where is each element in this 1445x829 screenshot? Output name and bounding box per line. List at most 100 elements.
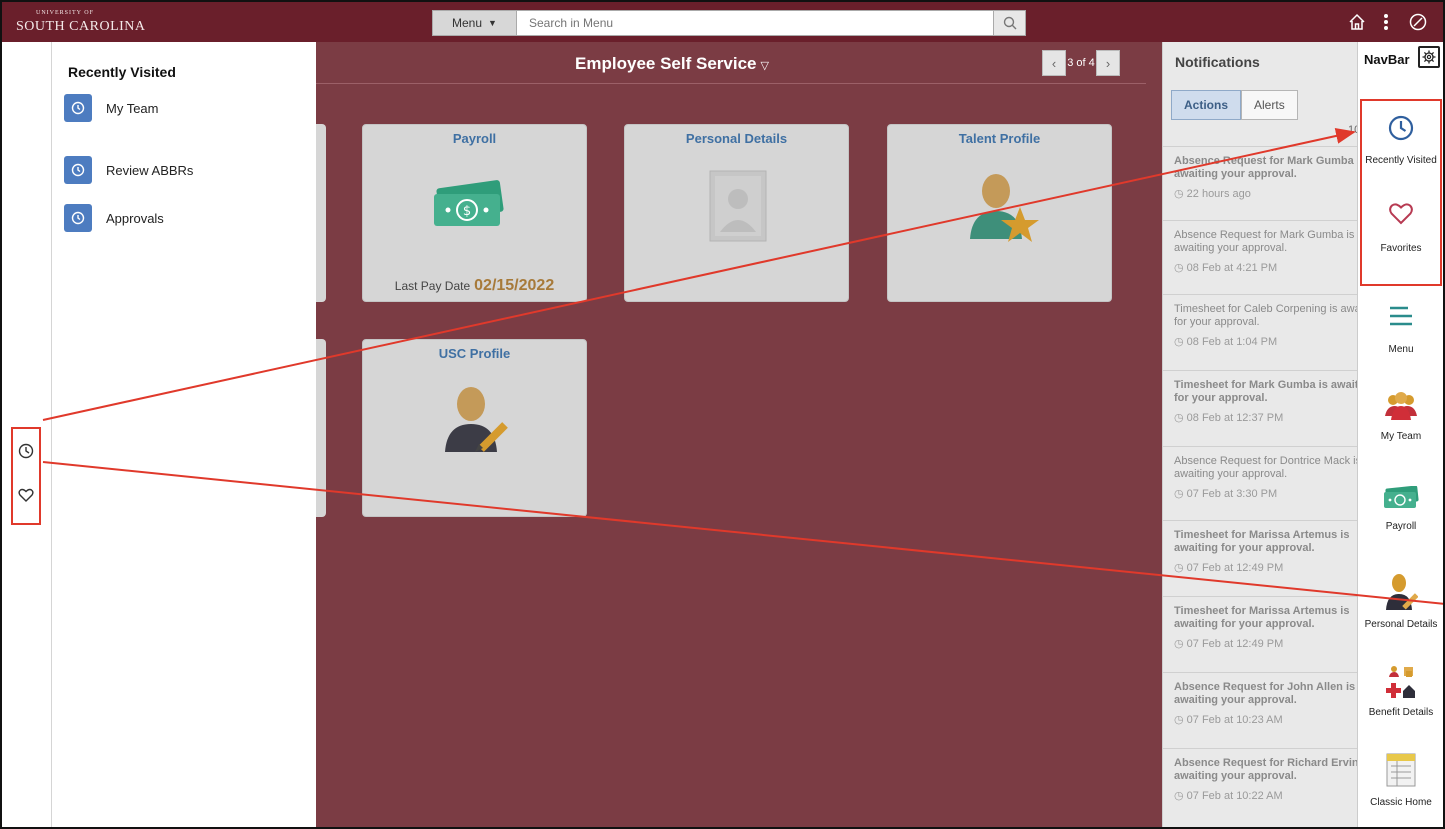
- nav-item-label: Benefit Details: [1368, 707, 1434, 718]
- notification-text: awaiting your approval.: [1174, 694, 1297, 706]
- notifications-tabs: Actions Alerts: [1171, 90, 1298, 120]
- tab-actions[interactable]: Actions: [1171, 90, 1242, 120]
- chevron-left-icon: ‹: [1051, 55, 1057, 71]
- last-pay-label: Last Pay Date: [394, 279, 471, 293]
- payroll-tile[interactable]: Payroll $ Last Pay Date 02/15/2022: [362, 124, 587, 302]
- notification-time: ◷ 07 Feb at 10:22 AM: [1174, 790, 1283, 802]
- notification-text: awaiting for your approval.: [1174, 618, 1315, 630]
- recent-item-label: Review ABBRs: [106, 162, 194, 178]
- money-icon: [1384, 485, 1419, 508]
- triangle-down-icon: ▽: [760, 60, 769, 72]
- notification-item[interactable]: Timesheet for Mark Gumba is awaiting for…: [1163, 370, 1357, 424]
- notification-item[interactable]: Absence Request for Mark Gumba is awaiti…: [1163, 146, 1357, 200]
- menu-dropdown-label: Menu: [452, 16, 483, 30]
- notification-item[interactable]: Absence Request for Richard Ervin is awa…: [1163, 748, 1357, 802]
- recent-item-review-abbrs[interactable]: Review ABBRs: [64, 156, 193, 184]
- search-button[interactable]: [994, 10, 1026, 36]
- notification-count: 10: [1348, 124, 1357, 136]
- screen-frame: UNIVERSITY OF SOUTH CAROLINA Menu ▼ Empl…: [0, 0, 1445, 829]
- tile-title: Payroll: [452, 131, 497, 146]
- notification-text: for your approval.: [1174, 392, 1268, 404]
- notification-time: ◷ 08 Feb at 1:04 PM: [1174, 336, 1278, 348]
- home-button[interactable]: [1345, 10, 1369, 34]
- recent-item-approvals[interactable]: Approvals: [64, 204, 164, 232]
- clock-icon: [64, 204, 92, 232]
- favorites-toggle[interactable]: [13, 475, 39, 515]
- notification-item[interactable]: Timesheet for Marissa Artemus is awaitin…: [1163, 520, 1357, 574]
- notification-item[interactable]: Timesheet for Marissa Artemus is awaitin…: [1163, 596, 1357, 650]
- notification-item[interactable]: Absence Request for Mark Gumba is awaiti…: [1163, 220, 1357, 274]
- page-indicator: 3 of 4: [1066, 50, 1096, 76]
- personal-details-tile[interactable]: Personal Details: [624, 124, 849, 302]
- nav-item-benefit-details[interactable]: Benefit Details: [1358, 664, 1443, 718]
- menu-lines-icon: [1390, 306, 1412, 326]
- homepage-selector[interactable]: Employee Self Service ▽: [322, 54, 1022, 74]
- money-icon: $: [434, 180, 504, 226]
- more-vertical-icon: [1384, 14, 1388, 30]
- last-pay-value: 02/15/2022: [474, 277, 555, 294]
- chevron-down-icon: ▼: [488, 18, 497, 28]
- usc-profile-tile[interactable]: USC Profile: [362, 339, 587, 517]
- last-pay-date: Last Pay Date 02/15/2022: [363, 277, 586, 295]
- notification-time: ◷ 07 Feb at 10:23 AM: [1174, 714, 1283, 726]
- tile-title: Personal Details: [685, 131, 788, 146]
- nav-item-label: Recently Visited: [1365, 155, 1437, 166]
- nav-item-recently-visited[interactable]: Recently Visited: [1358, 114, 1443, 166]
- notification-time: ◷ 07 Feb at 12:49 PM: [1174, 638, 1284, 650]
- nav-item-favorites[interactable]: Favorites: [1358, 202, 1443, 254]
- notification-text: Timesheet for Marissa Artemus is: [1174, 529, 1350, 541]
- classic-home-icon: [1386, 753, 1416, 787]
- previous-page-button[interactable]: ‹: [1042, 50, 1066, 76]
- heart-icon: [1389, 203, 1413, 225]
- logo-small-text: UNIVERSITY OF: [36, 10, 94, 16]
- notifications-title: Notifications: [1175, 54, 1260, 70]
- nav-item-my-team[interactable]: My Team: [1358, 388, 1443, 442]
- nav-item-menu[interactable]: Menu: [1358, 305, 1443, 355]
- panel-title: Recently Visited: [68, 64, 176, 80]
- notification-text: awaiting your approval.: [1174, 770, 1297, 782]
- nav-item-personal-details[interactable]: Personal Details: [1358, 572, 1443, 630]
- notification-time: ◷ 07 Feb at 12:49 PM: [1174, 562, 1284, 574]
- recently-visited-toggle[interactable]: [13, 431, 39, 471]
- notification-text: awaiting your approval.: [1174, 468, 1288, 480]
- navbar-button[interactable]: [1406, 10, 1430, 34]
- clock-icon: [1388, 115, 1414, 141]
- recent-item-label: My Team: [106, 100, 159, 116]
- tab-alerts[interactable]: Alerts: [1241, 90, 1298, 120]
- nav-item-classic-home[interactable]: Classic Home: [1358, 752, 1443, 808]
- actions-menu-button[interactable]: [1374, 10, 1398, 34]
- benefits-icon: [1386, 666, 1415, 698]
- recent-item-label: Approvals: [106, 210, 164, 226]
- notification-text: Timesheet for Marissa Artemus is: [1174, 605, 1350, 617]
- notification-item[interactable]: Absence Request for Dontrice Mack is awa…: [1163, 446, 1357, 500]
- person-edit-icon: [1386, 574, 1419, 610]
- menu-dropdown-button[interactable]: Menu ▼: [432, 10, 517, 36]
- navbar-panel: NavBar Recently Visited Favorites Menu M…: [1357, 42, 1443, 827]
- nav-item-payroll[interactable]: Payroll: [1358, 485, 1443, 532]
- clock-icon: [64, 94, 92, 122]
- university-logo[interactable]: UNIVERSITY OF SOUTH CAROLINA: [16, 10, 146, 35]
- next-page-button[interactable]: ›: [1096, 50, 1120, 76]
- notification-text: Absence Request for Dontrice Mack is: [1174, 455, 1357, 467]
- page-title: Employee Self Service: [575, 54, 757, 73]
- homepage-pager: ‹ 3 of 4 ›: [1042, 50, 1120, 76]
- svg-text:$: $: [463, 204, 471, 219]
- talent-profile-tile[interactable]: Talent Profile: [887, 124, 1112, 302]
- notification-item[interactable]: Timesheet for Caleb Corpening is awaitin…: [1163, 294, 1357, 348]
- search-bar: Menu ▼: [432, 10, 1026, 36]
- chevron-right-icon: ›: [1105, 55, 1111, 71]
- recent-item-my-team[interactable]: My Team: [64, 94, 159, 122]
- team-icon: [1385, 392, 1417, 420]
- search-input[interactable]: [517, 10, 994, 36]
- notification-item[interactable]: Absence Request for John Allen is awaiti…: [1163, 672, 1357, 726]
- nav-item-label: Menu: [1388, 344, 1414, 355]
- notification-time: ◷ 22 hours ago: [1174, 188, 1251, 200]
- navbar-settings-button[interactable]: [1418, 46, 1440, 68]
- clock-icon: [64, 156, 92, 184]
- notifications-panel: Notifications Actions Alerts 10 Absence …: [1162, 42, 1357, 827]
- person-photo-icon: [709, 170, 767, 242]
- notification-text: Absence Request for Mark Gumba is: [1174, 155, 1357, 167]
- notification-text: Absence Request for Mark Gumba is: [1174, 229, 1355, 241]
- notification-text: Timesheet for Mark Gumba is awaiting: [1174, 379, 1357, 391]
- tile-title: USC Profile: [438, 346, 511, 361]
